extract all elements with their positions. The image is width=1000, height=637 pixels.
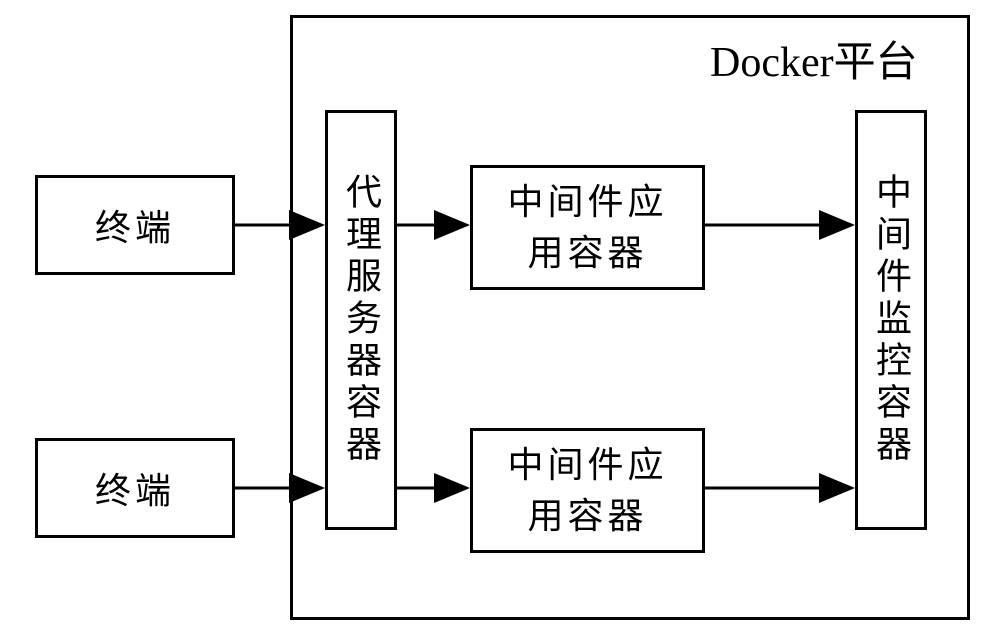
middleware-label-bottom: 中间件应 用容器 — [507, 440, 667, 541]
proxy-server-container: 代理服务器容器 — [325, 110, 397, 530]
middleware-container-top: 中间件应 用容器 — [470, 165, 705, 290]
terminal-box-bottom: 终端 — [35, 438, 235, 538]
monitor-label: 中间件监控容器 — [865, 173, 917, 467]
proxy-label: 代理服务器容器 — [335, 173, 387, 467]
terminal-label-top: 终端 — [95, 199, 175, 251]
terminal-label-bottom: 终端 — [95, 462, 175, 514]
docker-platform-title: Docker平台 — [710, 28, 918, 89]
middleware-container-bottom: 中间件应 用容器 — [470, 428, 705, 553]
terminal-box-top: 终端 — [35, 175, 235, 275]
middleware-monitor-container: 中间件监控容器 — [855, 110, 927, 530]
middleware-label-top: 中间件应 用容器 — [507, 177, 667, 278]
